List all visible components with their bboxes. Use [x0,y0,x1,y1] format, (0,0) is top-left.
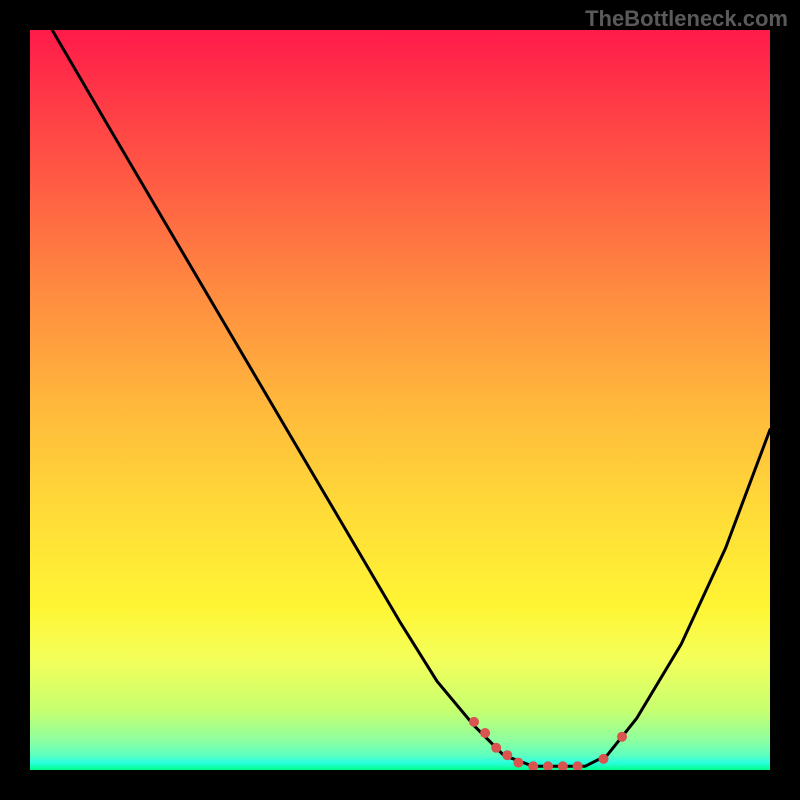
chart-marker [491,743,501,753]
chart-marker [558,761,568,770]
chart-marker [528,761,538,770]
chart-plot-area [30,30,770,770]
chart-marker [599,754,609,764]
chart-marker [573,761,583,770]
chart-marker [480,728,490,738]
chart-marker [617,732,627,742]
bottleneck-curve [52,30,770,766]
watermark-text: TheBottleneck.com [585,6,788,32]
chart-marker [502,750,512,760]
chart-marker [543,761,553,770]
chart-svg [30,30,770,770]
chart-marker [513,758,523,768]
chart-marker [469,717,479,727]
